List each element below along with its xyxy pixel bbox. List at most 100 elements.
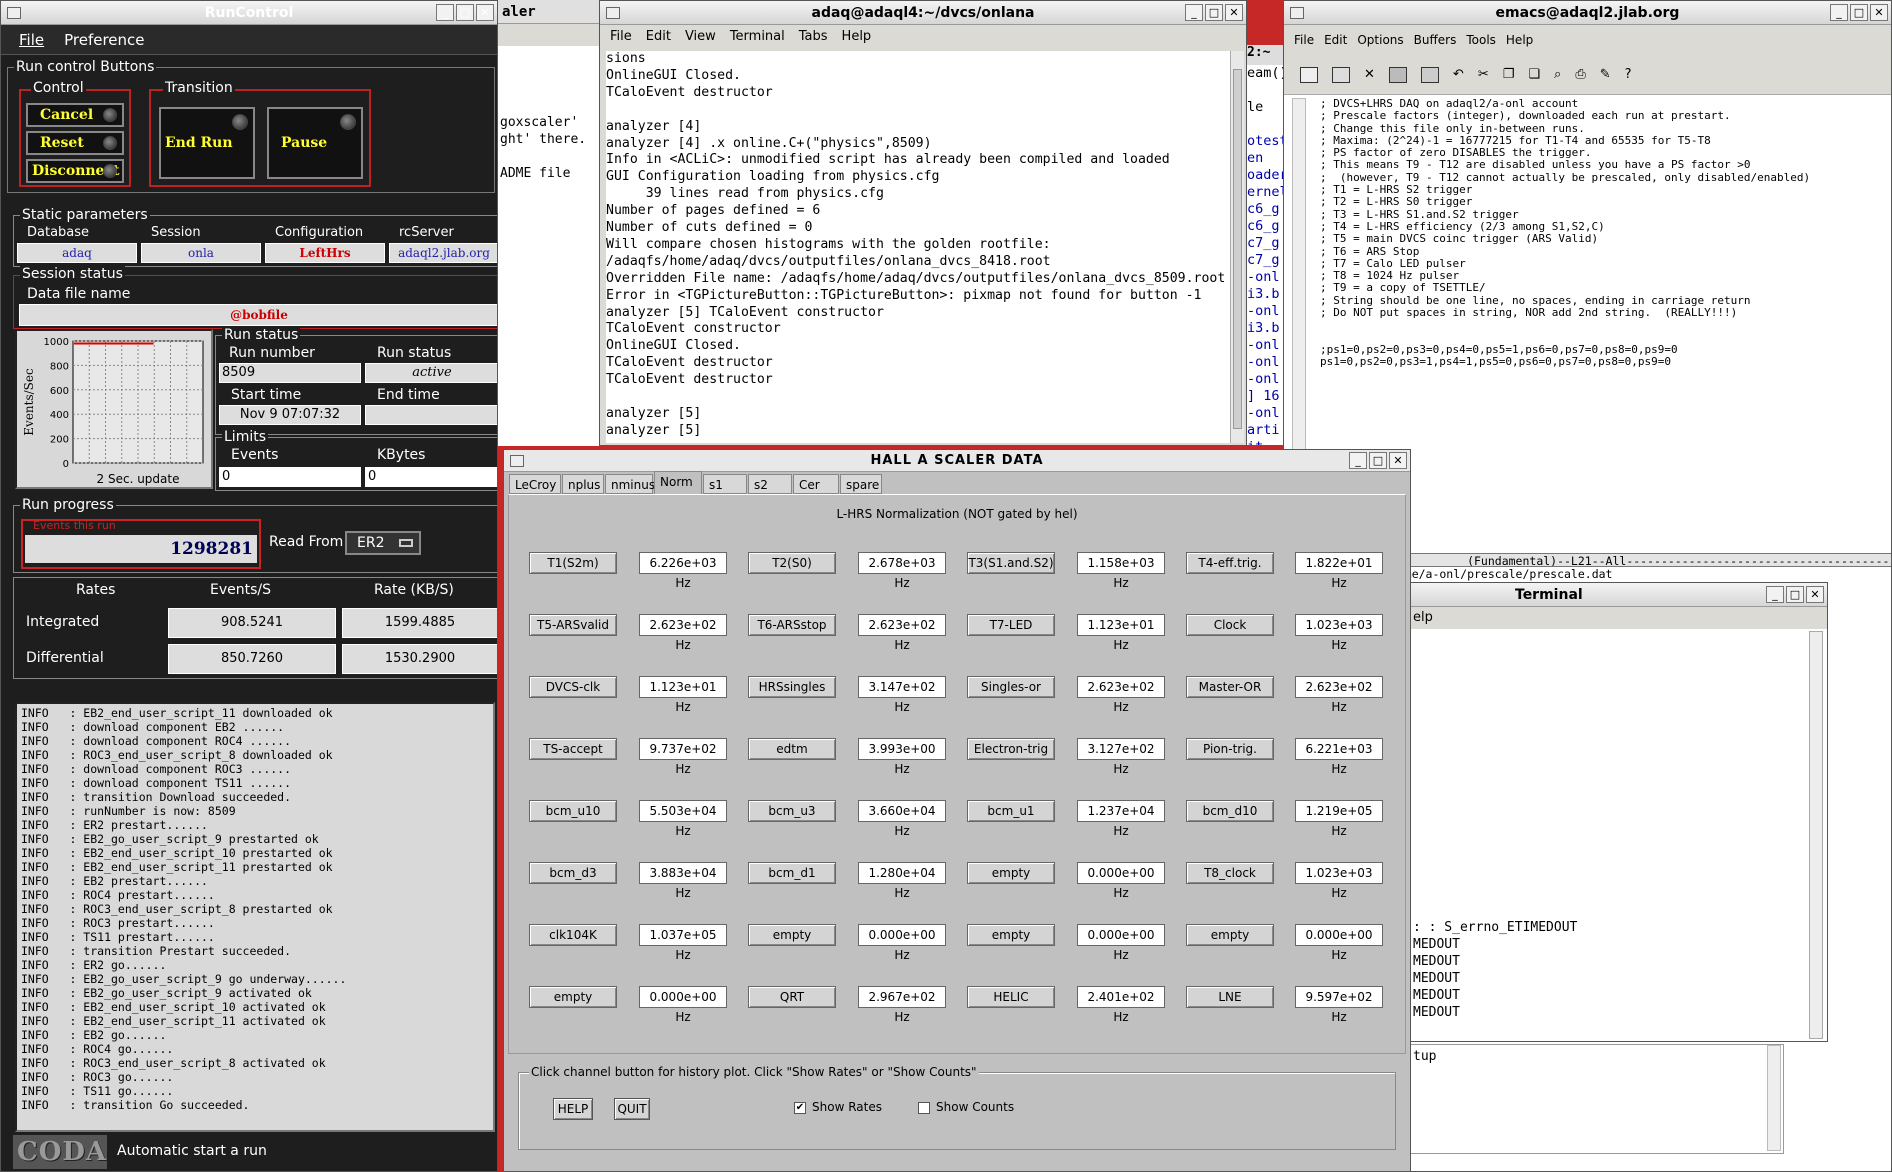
channel-button[interactable]: Electron-trig	[967, 738, 1055, 760]
close-icon[interactable]: ✕	[1389, 452, 1407, 469]
events-limit-input[interactable]: 0	[219, 467, 361, 487]
terminal-window-2[interactable]: Terminal _ □ ✕ elp : : S_errno_ETIMEDOUT ME…	[1410, 582, 1828, 1042]
channel-button[interactable]: empty	[529, 986, 617, 1008]
channel-button[interactable]: bcm_u10	[529, 800, 617, 822]
scrollbar[interactable]	[1809, 631, 1823, 1039]
scrollbar[interactable]	[1230, 51, 1244, 443]
menu-help[interactable]: elp	[1411, 607, 1827, 629]
menu-preference[interactable]: Preference	[64, 31, 144, 49]
tab-nplus[interactable]: nplus	[562, 474, 604, 494]
channel-button[interactable]: T4-eff.trig.	[1186, 552, 1274, 574]
tab-s2[interactable]: s2	[748, 474, 792, 494]
channel-button[interactable]: TS-accept	[529, 738, 617, 760]
background-window-terminal[interactable]: 2:~ eam()leotestenoaderernelc6_gc6_gc7_g…	[1247, 45, 1283, 445]
channel-button[interactable]: Clock	[1186, 614, 1274, 636]
channel-button[interactable]: T2(S0)	[748, 552, 836, 574]
undo-icon[interactable]: ↶	[1453, 67, 1464, 82]
channel-button[interactable]: Pion-trig.	[1186, 738, 1274, 760]
menu-file[interactable]: File	[19, 31, 44, 49]
rate-plot[interactable]: 1000 800 600 400 200 0 Events/Sec 2 Sec. update	[15, 329, 213, 489]
help-button[interactable]: HELP	[553, 1098, 593, 1120]
close-icon[interactable]: ✕	[1806, 586, 1824, 603]
minimize-icon[interactable]: _	[1349, 452, 1367, 469]
maximize-icon[interactable]: □	[1369, 452, 1387, 469]
channel-button[interactable]: T3(S1.and.S2)	[967, 552, 1055, 574]
channel-button[interactable]: empty	[1186, 924, 1274, 946]
menu-help[interactable]: Help	[1506, 33, 1533, 47]
channel-button[interactable]: bcm_d1	[748, 862, 836, 884]
minibuffer[interactable]: /home/a-onl/prescale/prescale.dat	[1384, 567, 1612, 581]
preferences-icon[interactable]: ✎	[1600, 67, 1611, 82]
tab-s1[interactable]: s1	[703, 474, 747, 494]
menu-edit[interactable]: Edit	[1324, 33, 1347, 47]
minimize-icon[interactable]: _	[1830, 4, 1848, 21]
tab-cer[interactable]: Cer	[793, 474, 839, 494]
channel-button[interactable]: empty	[748, 924, 836, 946]
end-run-button[interactable]: End Run	[159, 107, 255, 179]
paste-icon[interactable]: ❏	[1528, 67, 1540, 82]
cut-icon[interactable]: ✂	[1478, 67, 1489, 82]
kbytes-limit-input[interactable]: 0	[365, 467, 497, 487]
show-counts-checkbox[interactable]	[918, 1102, 930, 1114]
close-buffer-icon[interactable]: ✕	[1364, 67, 1375, 82]
channel-button[interactable]: Singles-or	[967, 676, 1055, 698]
channel-button[interactable]: Master-OR	[1186, 676, 1274, 698]
close-icon[interactable]: ✕	[1225, 4, 1243, 21]
minimize-icon[interactable]: _	[1185, 4, 1203, 21]
reset-button[interactable]: Reset	[26, 131, 124, 155]
window-menu-icon[interactable]	[1290, 6, 1304, 19]
save-icon[interactable]	[1388, 66, 1407, 83]
channel-button[interactable]: LNE	[1186, 986, 1274, 1008]
cancel-button[interactable]: Cancel	[26, 103, 124, 127]
copy-icon[interactable]: ❐	[1503, 67, 1515, 82]
channel-button[interactable]: HRSsingles	[748, 676, 836, 698]
tab-norm[interactable]: Norm	[654, 471, 702, 495]
search-icon[interactable]: ⌕	[1554, 67, 1561, 82]
close-icon[interactable]: ✕	[476, 4, 494, 21]
menu-file[interactable]: File	[1294, 33, 1314, 47]
menu-view[interactable]: View	[685, 29, 716, 44]
read-from-select[interactable]: ER2	[345, 531, 421, 555]
channel-button[interactable]: clk104K	[529, 924, 617, 946]
help-icon[interactable]: ?	[1625, 67, 1632, 82]
channel-button[interactable]: edtm	[748, 738, 836, 760]
channel-button[interactable]: T1(S2m)	[529, 552, 617, 574]
channel-button[interactable]: bcm_u3	[748, 800, 836, 822]
maximize-icon[interactable]: □	[1850, 4, 1868, 21]
window-menu-icon[interactable]	[7, 6, 21, 19]
channel-button[interactable]: QRT	[748, 986, 836, 1008]
save-as-icon[interactable]	[1420, 66, 1439, 83]
terminal-output[interactable]: sions OnlineGUI Closed. TCaloEvent destruc…	[606, 51, 1232, 443]
channel-button[interactable]: DVCS-clk	[529, 676, 617, 698]
menu-file[interactable]: File	[610, 29, 632, 44]
show-rates-checkbox[interactable]: ✔	[794, 1102, 806, 1114]
scrollbar[interactable]	[1767, 1045, 1781, 1151]
runcontrol-window[interactable]: RunControl _ □ ✕ File Preference Run contr…	[0, 0, 498, 1172]
emacs-bottom-window[interactable]: tup	[1410, 1044, 1784, 1154]
minimize-icon[interactable]: _	[1766, 586, 1784, 603]
terminal-output[interactable]: : : S_errno_ETIMEDOUT MEDOUT MEDOUT MEDOUT M…	[1413, 919, 1577, 1021]
maximize-icon[interactable]: □	[456, 4, 474, 21]
disconnect-button[interactable]: Disconnect	[26, 159, 124, 183]
log-output[interactable]: INFO : EB2_end_user_script_11 downloaded…	[15, 702, 495, 1132]
menu-options[interactable]: Options	[1357, 33, 1403, 47]
channel-button[interactable]: T8_clock	[1186, 862, 1274, 884]
scrollbar-thumb[interactable]	[1233, 69, 1242, 429]
channel-button[interactable]: empty	[967, 862, 1055, 884]
channel-button[interactable]: T6-ARSstop	[748, 614, 836, 636]
terminal-window[interactable]: adaq@adaql4:~/dvcs/onlana _ □ ✕ File Edit Vi…	[599, 0, 1247, 446]
open-folder-icon[interactable]	[1332, 66, 1350, 83]
channel-button[interactable]: T5-ARSvalid	[529, 614, 617, 636]
channel-button[interactable]: T7-LED	[967, 614, 1055, 636]
maximize-icon[interactable]: □	[1786, 586, 1804, 603]
menu-tabs[interactable]: Tabs	[799, 29, 828, 44]
tab-nminus[interactable]: nminus	[605, 474, 655, 494]
channel-button[interactable]: empty	[967, 924, 1055, 946]
tab-lecroy[interactable]: LeCroy	[509, 474, 561, 494]
emacs-buffer[interactable]: ; DVCS+LHRS DAQ on adaql2/a-onl account;…	[1320, 97, 1890, 369]
menu-help[interactable]: Help	[842, 29, 872, 44]
print-icon[interactable]: ⎙	[1575, 67, 1585, 82]
window-menu-icon[interactable]	[510, 454, 524, 467]
menu-tools[interactable]: Tools	[1466, 33, 1496, 47]
close-icon[interactable]: ✕	[1870, 4, 1888, 21]
